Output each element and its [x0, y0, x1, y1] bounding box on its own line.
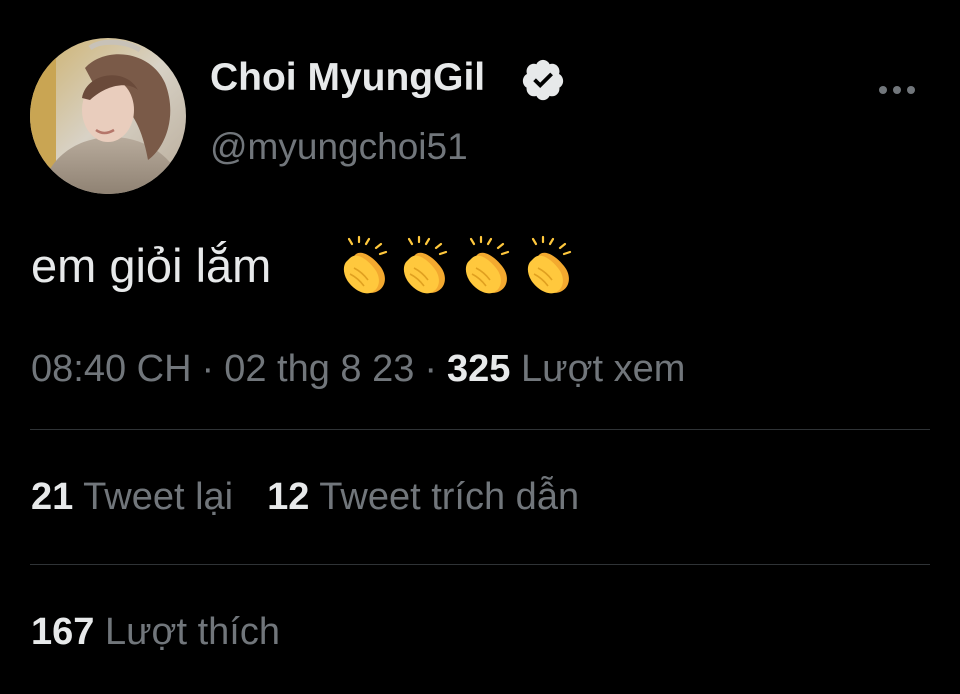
more-dots-icon	[879, 86, 915, 94]
retweets-stat[interactable]: 21 Tweet lại	[31, 472, 233, 522]
likes-count: 167	[31, 611, 95, 653]
likes-stat[interactable]: 167 Lượt thích	[31, 607, 280, 657]
avatar[interactable]	[30, 38, 186, 194]
author-display-name[interactable]: Choi MyungGil	[210, 56, 485, 100]
views-count: 325	[447, 348, 511, 390]
quotes-count: 12	[267, 476, 310, 518]
meta-separator: ·	[201, 348, 215, 390]
tweet-emoji-row	[340, 234, 580, 294]
divider	[30, 564, 930, 565]
divider	[30, 429, 930, 430]
profile-photo-icon	[30, 38, 186, 194]
retweets-label: Tweet lại	[83, 476, 234, 518]
views-label: Lượt xem	[521, 348, 686, 390]
quotes-label: Tweet trích dẫn	[319, 476, 580, 518]
tweet-detail: Choi MyungGil @myungchoi51 em giỏi lắm 0…	[0, 0, 960, 694]
verified-badge-icon[interactable]	[520, 57, 566, 103]
tweet-text: em giỏi lắm	[31, 239, 272, 292]
clapping-hands-icon	[464, 235, 510, 294]
clapping-hands-icon	[402, 235, 448, 294]
likes-label: Lượt thích	[104, 611, 280, 653]
tweet-meta: 08:40 CH · 02 thg 8 23 · 325 Lượt xem	[31, 344, 685, 394]
more-options-button[interactable]	[872, 72, 922, 108]
author-handle[interactable]: @myungchoi51	[210, 126, 468, 168]
clapping-hands-icon	[526, 235, 572, 294]
meta-separator: ·	[424, 348, 438, 390]
clapping-hands-icon	[342, 235, 388, 294]
tweet-date[interactable]: 02 thg 8 23	[224, 348, 414, 390]
stats-row-retweets: 21 Tweet lại 12 Tweet trích dẫn	[31, 472, 579, 522]
quotes-stat[interactable]: 12 Tweet trích dẫn	[267, 472, 579, 522]
tweet-time[interactable]: 08:40 CH	[31, 348, 192, 390]
retweets-count: 21	[31, 476, 74, 518]
stats-row-likes: 167 Lượt thích	[31, 607, 280, 657]
